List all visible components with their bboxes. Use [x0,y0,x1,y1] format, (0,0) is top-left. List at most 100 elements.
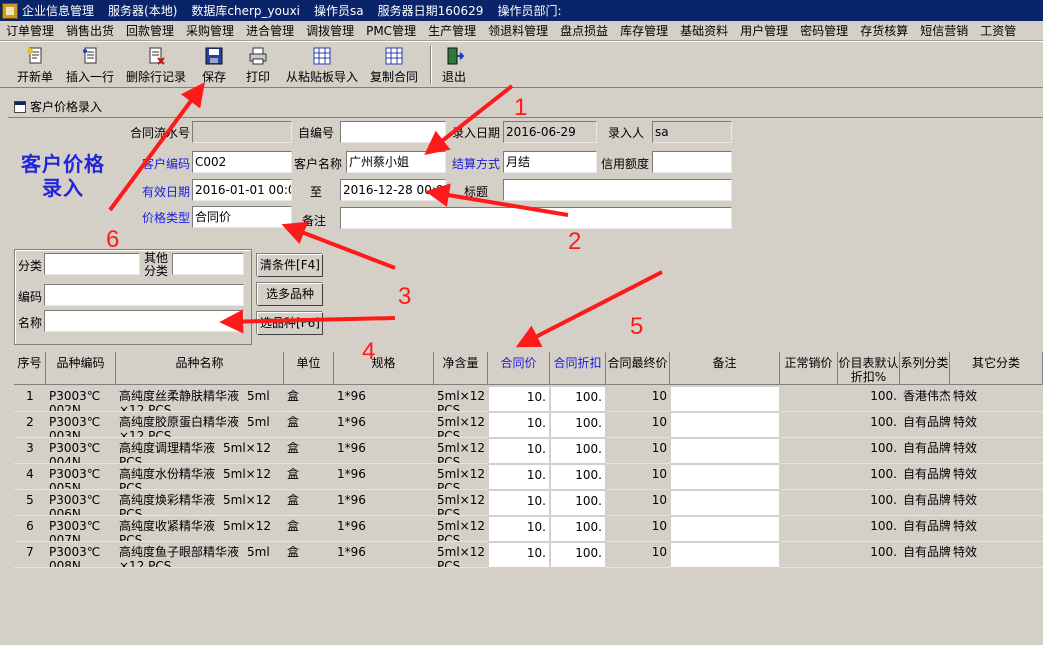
menu-production[interactable]: 生产管理 [422,22,482,39]
clear-conditions-button[interactable]: 清条件[F4] [257,254,323,277]
cell-name[interactable]: 高纯度水份精华液 5ml×12 PCS [116,464,284,490]
menu-receipt[interactable]: 回款管理 [120,22,180,39]
delete-row-button[interactable]: 删除行记录 [124,44,188,86]
cell-name[interactable]: 高纯度调理精华液 5ml×12 PCS [116,438,284,464]
cell-net[interactable]: 5ml×12 PCS [434,438,488,464]
menu-transfer[interactable]: 调拨管理 [300,22,360,39]
col-other[interactable]: 其它分类 [950,352,1043,385]
valid-to-field[interactable]: 2016-12-28 00:00 [340,179,446,201]
menu-users[interactable]: 用户管理 [734,22,794,39]
menu-order[interactable]: 订单管理 [0,22,60,39]
cell-final[interactable]: 10 [606,412,670,438]
cell-spec[interactable]: 1*96 [334,412,434,438]
contract-no-field[interactable] [192,121,292,143]
menu-basic-data[interactable]: 基础资料 [674,22,734,39]
save-button[interactable]: 保存 [198,44,230,86]
cell-final[interactable]: 10 [606,490,670,516]
col-default-discount[interactable]: 价目表默认 折扣% [838,352,900,385]
cell-name[interactable]: 高纯度胶原蛋白精华液 5ml ×12 PCS [116,412,284,438]
cell-final[interactable]: 10 [606,438,670,464]
select-multiple-button[interactable]: 选多品种 [257,283,323,306]
cell-series[interactable]: 香港伟杰 [900,386,950,412]
col-name[interactable]: 品种名称 [116,352,284,385]
cell-seq[interactable]: 3 [14,438,46,464]
cell-price[interactable]: 10. [488,412,550,438]
menu-pmc[interactable]: PMC管理 [360,22,422,39]
cell-net[interactable]: 5ml×12 PCS [434,464,488,490]
code-field[interactable] [44,284,244,306]
cell-code[interactable]: P3003℃ 007N [46,516,116,542]
cell-seq[interactable]: 2 [14,412,46,438]
cell-name[interactable]: 高纯度收紧精华液 5ml×12 PCS [116,516,284,542]
cell-defdisc[interactable]: 100. [838,438,900,464]
cell-name[interactable]: 高纯度焕彩精华液 5ml×12 PCS [116,490,284,516]
subject-field[interactable] [503,179,732,201]
menu-material[interactable]: 领退料管理 [482,22,554,39]
col-net[interactable]: 净含量 [434,352,488,385]
price-type-field[interactable]: 合同价 [192,206,292,228]
cell-seq[interactable]: 5 [14,490,46,516]
cell-other[interactable]: 特效 [950,516,1043,542]
cell-net[interactable]: 5ml×12 PCS [434,490,488,516]
cell-seq[interactable]: 7 [14,542,46,568]
valid-from-field[interactable]: 2016-01-01 00:00 [192,179,292,201]
cell-seq[interactable]: 6 [14,516,46,542]
cell-remark[interactable] [670,516,780,542]
cell-defdisc[interactable]: 100. [838,542,900,568]
cell-code[interactable]: P3003℃ 002N [46,386,116,412]
cell-remark[interactable] [670,412,780,438]
cell-code[interactable]: P3003℃ 004N [46,438,116,464]
cell-other[interactable]: 特效 [950,386,1043,412]
cell-series[interactable]: 自有品牌 [900,516,950,542]
col-code[interactable]: 品种编码 [46,352,116,385]
cell-series[interactable]: 自有品牌 [900,464,950,490]
cell-remark[interactable] [670,464,780,490]
entry-person-field[interactable]: sa [652,121,732,143]
cell-spec[interactable]: 1*96 [334,542,434,568]
cell-unit[interactable]: 盒 [284,516,334,542]
col-remark[interactable]: 备注 [670,352,780,385]
customer-code-field[interactable]: C002 [192,151,292,173]
cell-discount[interactable]: 100. [550,490,606,516]
col-normal-price[interactable]: 正常销价 [780,352,838,385]
menu-inventory-count[interactable]: 盘点损益 [554,22,614,39]
cell-unit[interactable]: 盒 [284,490,334,516]
cell-series[interactable]: 自有品牌 [900,542,950,568]
cell-price[interactable]: 10. [488,438,550,464]
cell-spec[interactable]: 1*96 [334,386,434,412]
cell-unit[interactable]: 盒 [284,412,334,438]
menu-sales[interactable]: 销售出货 [60,22,120,39]
cell-normal[interactable] [780,412,838,438]
cell-discount[interactable]: 100. [550,412,606,438]
cell-defdisc[interactable]: 100. [838,516,900,542]
cell-unit[interactable]: 盒 [284,464,334,490]
cell-defdisc[interactable]: 100. [838,464,900,490]
menu-purchase[interactable]: 采购管理 [180,22,240,39]
cell-unit[interactable]: 盒 [284,386,334,412]
cell-normal[interactable] [780,438,838,464]
cell-other[interactable]: 特效 [950,490,1043,516]
menu-contract[interactable]: 进合管理 [240,22,300,39]
cell-spec[interactable]: 1*96 [334,464,434,490]
cell-other[interactable]: 特效 [950,412,1043,438]
col-spec[interactable]: 规格 [334,352,434,385]
cell-normal[interactable] [780,490,838,516]
cell-seq[interactable]: 1 [14,386,46,412]
menu-stock[interactable]: 库存管理 [614,22,674,39]
cell-price[interactable]: 10. [488,386,550,412]
cell-net[interactable]: 5ml×12 PCS [434,412,488,438]
cell-discount[interactable]: 100. [550,464,606,490]
cell-spec[interactable]: 1*96 [334,490,434,516]
cell-net[interactable]: 5ml×12 PCS [434,386,488,412]
paste-import-button[interactable]: 从粘贴板导入 [284,44,360,86]
cell-unit[interactable]: 盒 [284,438,334,464]
cell-remark[interactable] [670,490,780,516]
cell-remark[interactable] [670,438,780,464]
cell-series[interactable]: 自有品牌 [900,490,950,516]
cell-name[interactable]: 高纯度鱼子眼部精华液 5ml ×12 PCS [116,542,284,568]
cell-code[interactable]: P3003℃ 003N [46,412,116,438]
insert-row-button[interactable]: 插入一行 [64,44,116,86]
cell-remark[interactable] [670,386,780,412]
cell-discount[interactable]: 100. [550,516,606,542]
menu-sms[interactable]: 短信营销 [914,22,974,39]
